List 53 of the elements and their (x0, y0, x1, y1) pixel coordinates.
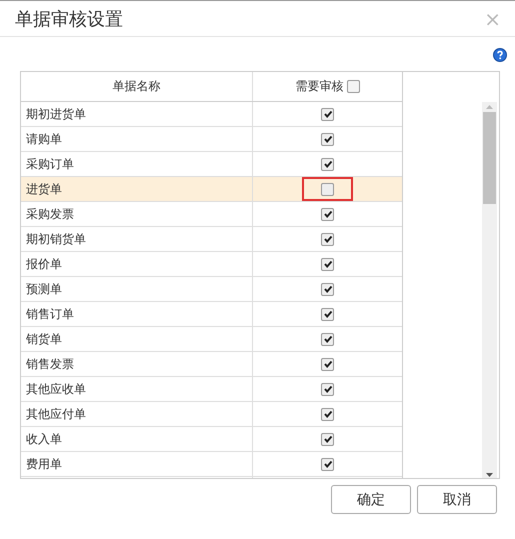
table-row[interactable]: 采购发票 (21, 202, 402, 227)
table-row[interactable]: 收入单 (21, 427, 402, 452)
table-cell: 费用单 (26, 456, 62, 472)
checkbox[interactable] (321, 158, 334, 170)
table-cell: 请购单 (26, 130, 62, 148)
checkbox[interactable] (321, 458, 334, 470)
table-row[interactable]: 销售发票 (21, 352, 402, 377)
checkbox[interactable] (321, 282, 334, 296)
checkbox[interactable] (321, 308, 334, 320)
column-header: 单据名称 (21, 72, 253, 101)
column-header: 需要审核 (296, 78, 344, 95)
checkbox[interactable] (321, 232, 334, 246)
table-row[interactable]: 销售订单 (21, 302, 402, 327)
checkbox[interactable] (321, 108, 334, 120)
table-cell: 采购订单 (26, 156, 74, 172)
table-row[interactable]: 请购单 (21, 127, 402, 152)
table-cell: 销货单 (26, 330, 62, 348)
table-row[interactable]: 其他应收单 (21, 377, 402, 402)
checkbox[interactable] (321, 332, 334, 346)
checkbox[interactable] (321, 132, 334, 146)
table-cell: 收入单 (26, 430, 62, 448)
table-row[interactable]: 预测单 (21, 277, 402, 302)
table-row[interactable]: 其他应付单 (21, 402, 402, 427)
checkbox[interactable] (321, 258, 334, 270)
checkbox[interactable] (321, 382, 334, 396)
checkbox[interactable] (321, 358, 334, 370)
confirm-button[interactable]: 确定 (331, 485, 411, 514)
checkbox[interactable] (321, 208, 334, 220)
table-row[interactable]: 期初进货单 (21, 102, 402, 127)
table-row[interactable]: 进货单 (21, 177, 402, 202)
cancel-button[interactable]: 取消 (417, 485, 497, 514)
select-all-checkbox[interactable] (346, 80, 360, 93)
checkbox[interactable] (321, 432, 334, 446)
table-cell: 其他应收单 (26, 380, 86, 398)
scrollbar[interactable] (482, 102, 497, 478)
table-row[interactable]: 期初销货单 (21, 227, 402, 252)
table-cell: 期初进货单 (26, 106, 86, 122)
table-cell: 进货单 (26, 180, 62, 198)
table-cell: 采购发票 (26, 206, 74, 222)
table-cell: 报价单 (26, 256, 62, 272)
table-row[interactable]: 销货单 (21, 327, 402, 352)
table-row[interactable]: 费用单 (21, 452, 402, 477)
scroll-thumb[interactable] (483, 112, 496, 204)
table-cell: 销售发票 (26, 356, 74, 372)
checkbox[interactable] (321, 182, 334, 196)
table-row[interactable]: 报价单 (21, 252, 402, 277)
table-cell: 其他应付单 (26, 406, 86, 422)
help-icon[interactable] (493, 48, 507, 62)
checkbox[interactable] (321, 408, 334, 420)
table-cell: 预测单 (26, 280, 62, 298)
window-title: 单据审核设置 (15, 8, 123, 30)
table-cell: 销售订单 (26, 306, 74, 322)
table-cell: 期初销货单 (26, 230, 86, 248)
